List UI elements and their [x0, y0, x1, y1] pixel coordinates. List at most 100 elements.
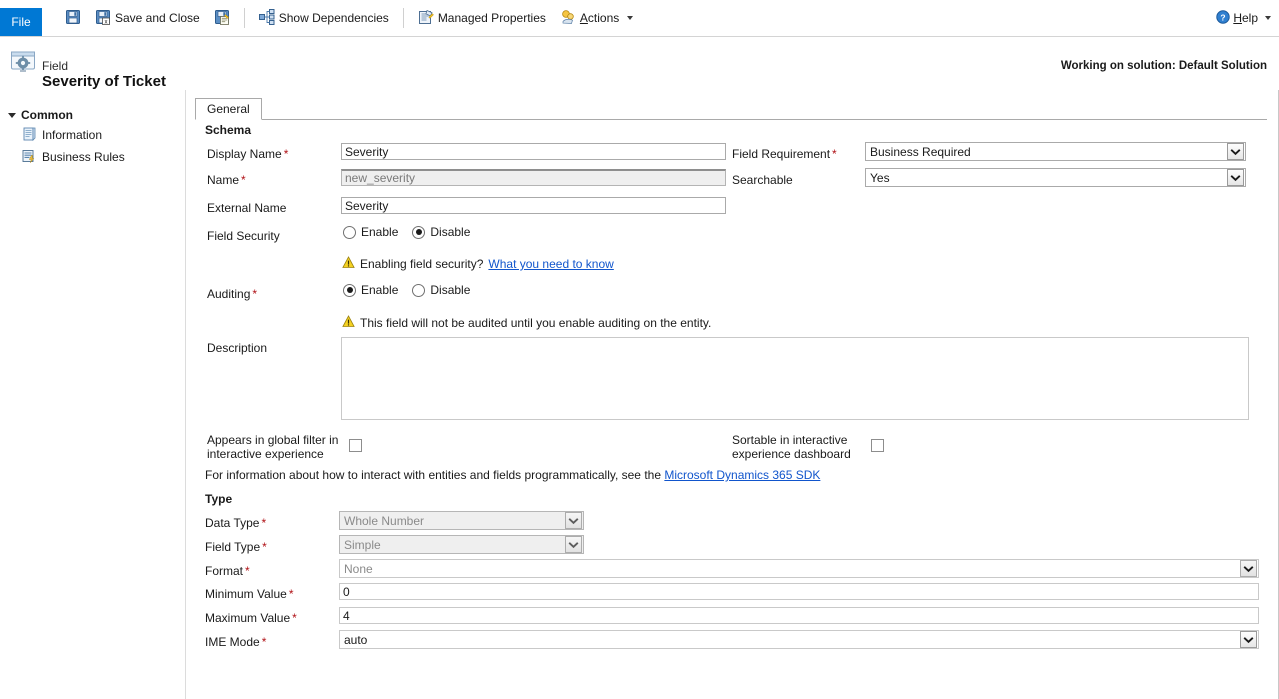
chevron-down-icon[interactable] [1227, 169, 1244, 186]
required-asterisk: * [292, 611, 297, 625]
ime-mode-label: IME Mode* [205, 635, 266, 649]
schema-section-title: Schema [205, 123, 251, 137]
auditing-warning-text: This field will not be audited until you… [360, 316, 711, 330]
sdk-info-line: For information about how to interact wi… [205, 468, 820, 482]
file-tab[interactable]: File [0, 8, 42, 36]
auditing-disable-option[interactable]: Disable [412, 283, 470, 297]
show-dependencies-label: Show Dependencies [279, 11, 389, 25]
ribbon-toolbar: File x [0, 0, 1279, 37]
name-input[interactable] [341, 169, 726, 186]
radio-icon-selected[interactable] [343, 284, 356, 297]
managed-properties-icon [418, 9, 434, 28]
required-asterisk: * [245, 564, 250, 578]
save-and-close-button[interactable]: x Save and Close [89, 5, 206, 31]
save-and-close-label: Save and Close [115, 11, 200, 25]
actions-button[interactable]: Actions [554, 5, 639, 31]
searchable-value: Yes [866, 171, 1227, 185]
field-requirement-select[interactable]: Business Required [865, 142, 1246, 161]
sidebar-item-information[interactable]: Information [0, 124, 185, 146]
sidebar-item-business-rules[interactable]: Business Rules [0, 146, 185, 168]
main-content-panel: General Schema Display Name* Field Requi… [187, 90, 1279, 699]
help-button[interactable]: ? Help [1216, 0, 1271, 36]
field-type-label: Field Type* [205, 540, 267, 554]
minimum-value-label: Minimum Value* [205, 587, 293, 601]
format-value: None [340, 562, 1240, 576]
radio-icon[interactable] [343, 226, 356, 239]
help-label: Help [1233, 11, 1258, 25]
managed-properties-label: Managed Properties [438, 11, 546, 25]
business-rules-icon [22, 149, 36, 166]
actions-label: Actions [580, 11, 619, 25]
field-security-warning-text: Enabling field security? [360, 257, 483, 271]
description-textarea[interactable] [341, 337, 1249, 420]
external-name-label: External Name [207, 201, 286, 215]
minimum-value-input[interactable] [339, 583, 1259, 600]
information-icon [22, 127, 36, 144]
dependencies-icon [259, 9, 275, 28]
field-security-warning: Enabling field security? What you need t… [342, 256, 614, 272]
searchable-label: Searchable [732, 173, 793, 187]
dynamics-365-sdk-link[interactable]: Microsoft Dynamics 365 SDK [664, 468, 820, 482]
tabstrip: General [195, 98, 1267, 120]
description-label: Description [207, 341, 267, 355]
data-type-label: Data Type* [205, 516, 266, 530]
maximum-value-label: Maximum Value* [205, 611, 297, 625]
save-as-icon [214, 9, 230, 28]
radio-icon[interactable] [412, 284, 425, 297]
save-as-button[interactable] [208, 5, 236, 31]
auditing-label: Auditing* [207, 287, 257, 301]
sortable-checkbox[interactable] [871, 439, 884, 452]
data-type-select[interactable]: Whole Number [339, 511, 584, 530]
what-you-need-to-know-link[interactable]: What you need to know [488, 257, 613, 271]
svg-text:?: ? [1221, 12, 1226, 22]
sidebar-item-label: Business Rules [42, 150, 125, 164]
required-asterisk: * [241, 173, 246, 187]
warning-icon [342, 256, 355, 272]
display-name-label: Display Name* [207, 147, 288, 161]
field-type-value: Simple [340, 538, 565, 552]
radio-icon-selected[interactable] [412, 226, 425, 239]
toolbar-separator-2 [403, 8, 404, 28]
nav-group-common[interactable]: Common [0, 106, 185, 124]
managed-properties-button[interactable]: Managed Properties [412, 5, 552, 31]
format-select[interactable]: None [339, 559, 1259, 578]
chevron-down-icon[interactable] [1227, 143, 1244, 160]
sidebar-item-label: Information [42, 128, 102, 142]
auditing-warning: This field will not be audited until you… [342, 315, 711, 331]
chevron-down-icon[interactable] [565, 512, 582, 529]
page-kicker: Field [42, 59, 68, 73]
external-name-input[interactable] [341, 197, 726, 214]
warning-icon [342, 315, 355, 331]
chevron-down-icon[interactable] [565, 536, 582, 553]
field-security-disable-option[interactable]: Disable [412, 225, 470, 239]
data-type-value: Whole Number [340, 514, 565, 528]
field-security-disable-label: Disable [430, 225, 470, 239]
auditing-enable-option[interactable]: Enable [343, 283, 398, 297]
format-label: Format* [205, 564, 250, 578]
show-dependencies-button[interactable]: Show Dependencies [253, 5, 395, 31]
tab-general-label: General [207, 102, 250, 116]
field-type-select[interactable]: Simple [339, 535, 584, 554]
tab-general[interactable]: General [195, 98, 262, 120]
save-button[interactable] [59, 5, 87, 31]
chevron-down-icon[interactable] [1240, 560, 1257, 577]
field-security-enable-option[interactable]: Enable [343, 225, 398, 239]
toolbar-separator [244, 8, 245, 28]
auditing-radio-group: Enable Disable [343, 283, 470, 297]
help-icon: ? [1216, 10, 1230, 27]
global-filter-label: Appears in global filter in interactive … [207, 433, 342, 461]
field-requirement-value: Business Required [866, 145, 1227, 159]
global-filter-checkbox[interactable] [349, 439, 362, 452]
required-asterisk: * [262, 540, 267, 554]
page-header: Field Severity of Ticket Working on solu… [0, 37, 1279, 90]
help-chevron-down-icon [1265, 16, 1271, 20]
ime-mode-select[interactable]: auto [339, 630, 1259, 649]
required-asterisk: * [262, 635, 267, 649]
maximum-value-input[interactable] [339, 607, 1259, 624]
searchable-select[interactable]: Yes [865, 168, 1246, 187]
left-navigation: Common Information Business Rules [0, 90, 186, 699]
chevron-down-icon[interactable] [1240, 631, 1257, 648]
ribbon-button-group: x Save and Close [58, 0, 640, 36]
display-name-input[interactable] [341, 143, 726, 160]
field-requirement-label: Field Requirement* [732, 147, 837, 161]
